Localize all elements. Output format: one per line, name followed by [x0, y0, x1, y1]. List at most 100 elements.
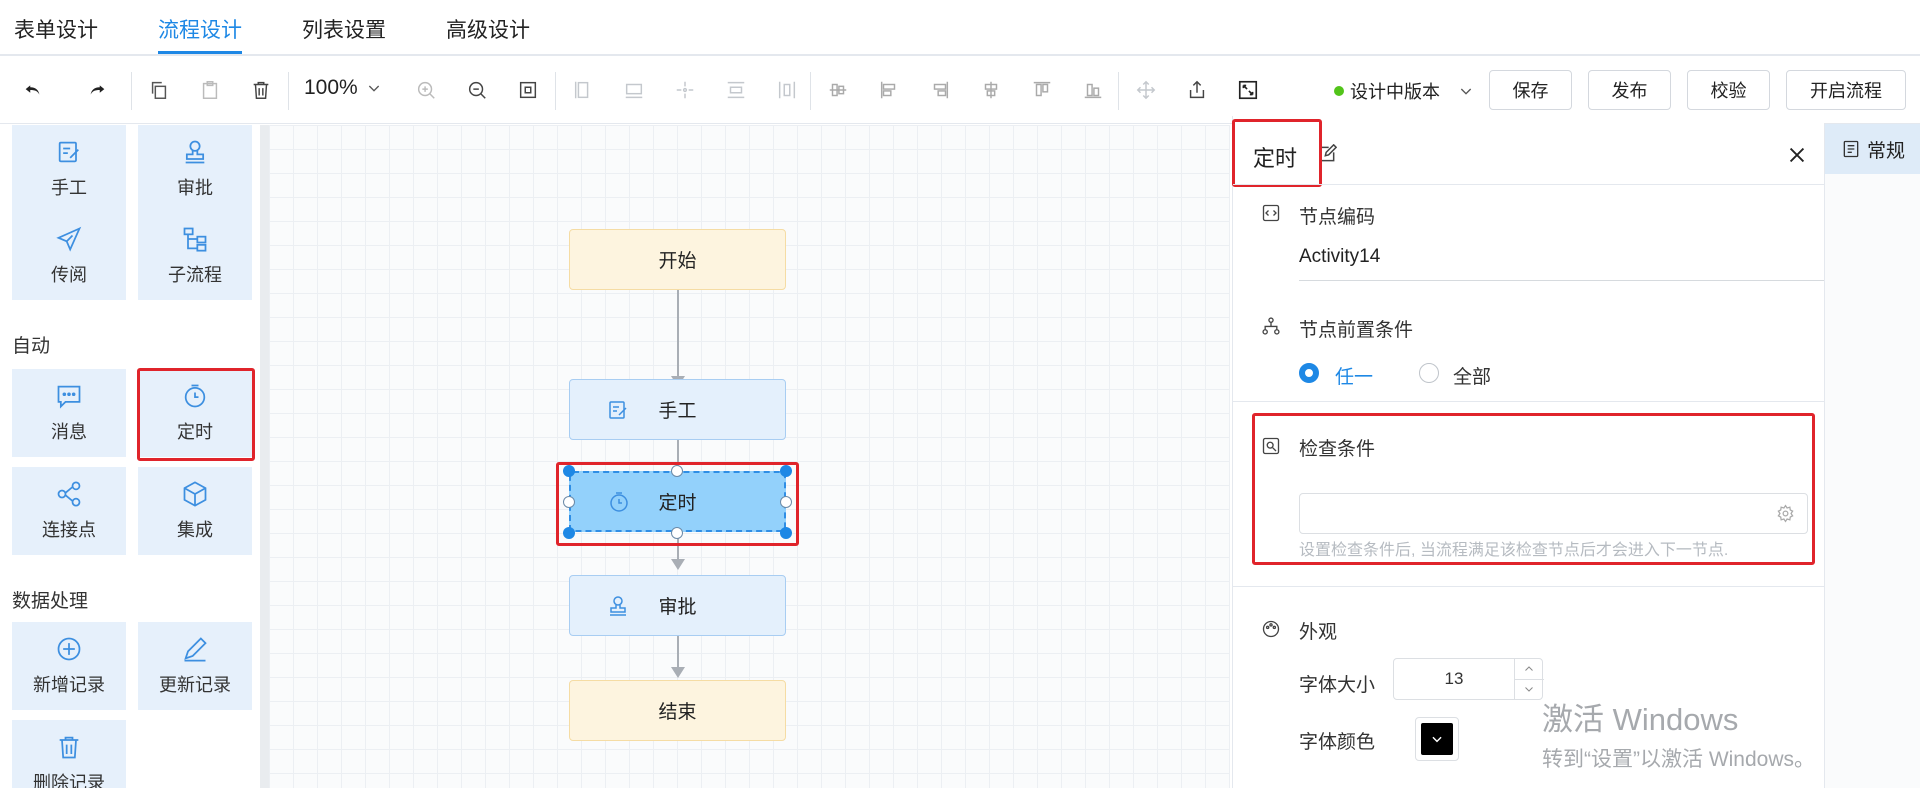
align-top-icon[interactable]	[825, 77, 851, 103]
tab-general[interactable]: 常规	[1825, 124, 1920, 174]
align-left-icon[interactable]	[570, 77, 596, 103]
palette-item-add-record[interactable]: 新增记录	[12, 622, 126, 710]
connect-handle[interactable]	[780, 496, 792, 508]
close-icon[interactable]	[1786, 144, 1808, 166]
radio-any[interactable]	[1299, 363, 1319, 383]
active-tab-indicator	[158, 51, 242, 54]
flow-node-manual[interactable]: 手工	[569, 379, 786, 440]
divider	[1233, 401, 1825, 402]
chevron-down-icon[interactable]	[1522, 683, 1536, 695]
validate-button[interactable]: 校验	[1687, 70, 1770, 110]
palette-item-integration[interactable]: 集成	[138, 467, 252, 555]
connect-handle[interactable]	[671, 465, 683, 477]
zoom-in-icon[interactable]	[413, 77, 439, 103]
redo-icon[interactable]	[84, 77, 110, 103]
connector-line	[677, 636, 679, 669]
timer-icon	[184, 384, 206, 408]
check-condition-input[interactable]	[1299, 493, 1808, 534]
edit-icon	[58, 141, 79, 163]
distribute-vertical-icon[interactable]	[723, 77, 749, 103]
appearance-label: 外观	[1299, 622, 1338, 643]
start-flow-button[interactable]: 开启流程	[1786, 70, 1906, 110]
color-swatch	[1421, 723, 1453, 755]
move-icon[interactable]	[1133, 77, 1159, 103]
stepper-divider	[1515, 679, 1544, 680]
font-size-stepper[interactable]: 13	[1393, 658, 1544, 700]
align-bottom-edge-icon[interactable]	[1080, 77, 1106, 103]
node-code-label: 节点编码	[1299, 207, 1376, 228]
fullscreen-icon[interactable]	[1235, 77, 1261, 103]
tab-flow-design[interactable]: 流程设计	[158, 14, 242, 44]
export-icon[interactable]	[1184, 77, 1210, 103]
palette-item-label: 集成	[177, 520, 213, 540]
version-select[interactable]: 设计中版本	[1334, 78, 1474, 104]
fit-view-icon[interactable]	[515, 77, 541, 103]
align-top-edge-icon[interactable]	[1029, 77, 1055, 103]
flow-canvas[interactable]: 开始 手工 定时 审批 结束	[269, 125, 1230, 788]
save-button[interactable]: 保存	[1489, 70, 1572, 110]
palette-item-delete-record[interactable]: 删除记录	[12, 720, 126, 788]
check-condition-icon	[1262, 437, 1280, 455]
palette-scrollbar[interactable]	[260, 125, 269, 788]
flow-node-start[interactable]: 开始	[569, 229, 786, 290]
stamp-icon	[610, 595, 626, 616]
connect-handle[interactable]	[671, 527, 683, 539]
resize-handle[interactable]	[780, 465, 792, 477]
center-icon[interactable]	[672, 77, 698, 103]
resize-handle[interactable]	[780, 527, 792, 539]
connect-handle[interactable]	[563, 496, 575, 508]
code-icon	[1262, 204, 1280, 222]
timer-icon	[610, 491, 628, 512]
align-left-edge-icon[interactable]	[876, 77, 902, 103]
section-title-data: 数据处理	[12, 591, 89, 612]
palette-item-circulate[interactable]: 传阅	[12, 212, 126, 300]
tab-form-design[interactable]: 表单设计	[14, 14, 98, 44]
flow-node-timer[interactable]: 定时	[569, 471, 786, 532]
palette-item-label: 新增记录	[33, 675, 105, 695]
palette-item-timer[interactable]: 定时	[138, 369, 252, 457]
properties-panel: 定时 节点编码 Activity14 节点前置条件 任一 全部 检查条件 设置检…	[1232, 116, 1825, 788]
gear-icon[interactable]	[1776, 504, 1795, 523]
publish-button[interactable]: 发布	[1588, 70, 1671, 110]
undo-icon[interactable]	[20, 77, 46, 103]
delete-icon[interactable]	[248, 77, 274, 103]
edit-title-icon[interactable]	[1317, 144, 1337, 164]
version-label: 设计中版本	[1350, 82, 1440, 102]
cube-icon	[183, 481, 207, 507]
palette-item-connector[interactable]: 连接点	[12, 467, 126, 555]
palette-item-message[interactable]: 消息	[12, 369, 126, 457]
chevron-up-icon[interactable]	[1522, 663, 1536, 675]
divider	[1233, 586, 1825, 587]
zoom-select[interactable]: 100%	[304, 76, 382, 100]
palette-item-approval[interactable]: 审批	[138, 125, 252, 213]
align-right-edge-icon[interactable]	[927, 77, 953, 103]
resize-handle[interactable]	[563, 527, 575, 539]
radio-all[interactable]	[1419, 363, 1439, 383]
radio-all-label: 全部	[1453, 367, 1492, 388]
right-rail: 常规	[1824, 124, 1920, 788]
radio-any-label[interactable]: 任一	[1335, 362, 1373, 389]
tab-list-settings[interactable]: 列表设置	[302, 14, 386, 44]
document-icon	[1843, 140, 1859, 158]
font-color-picker[interactable]	[1415, 717, 1459, 761]
node-code-value[interactable]: Activity14	[1299, 246, 1380, 268]
align-bottom-icon[interactable]	[621, 77, 647, 103]
flow-node-end[interactable]: 结束	[569, 680, 786, 741]
paste-icon[interactable]	[197, 77, 223, 103]
distribute-horizontal-icon[interactable]	[774, 77, 800, 103]
node-label: 结束	[658, 702, 697, 723]
section-title-auto: 自动	[12, 336, 51, 357]
status-dot	[1334, 86, 1344, 96]
font-color-label: 字体颜色	[1299, 732, 1376, 753]
tab-advanced-design[interactable]: 高级设计	[446, 14, 530, 44]
font-size-value[interactable]: 13	[1394, 659, 1514, 699]
align-center-v-icon[interactable]	[978, 77, 1004, 103]
palette-item-label: 连接点	[42, 520, 96, 540]
palette-item-update-record[interactable]: 更新记录	[138, 622, 252, 710]
copy-icon[interactable]	[146, 77, 172, 103]
flow-node-approval[interactable]: 审批	[569, 575, 786, 636]
zoom-out-icon[interactable]	[464, 77, 490, 103]
resize-handle[interactable]	[563, 465, 575, 477]
palette-item-subflow[interactable]: 子流程	[138, 212, 252, 300]
palette-item-manual[interactable]: 手工	[12, 125, 126, 213]
